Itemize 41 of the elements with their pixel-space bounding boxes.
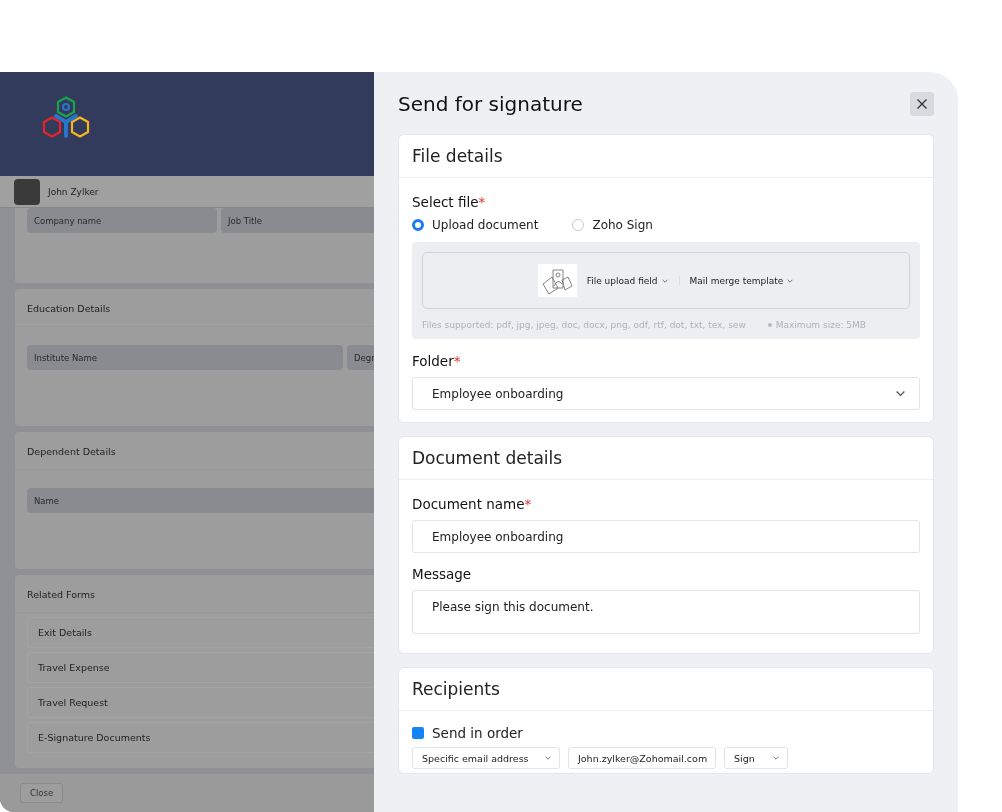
radio-option[interactable]: Zoho Sign xyxy=(572,218,653,232)
related-form-link[interactable]: E-Signature Documents xyxy=(27,722,374,753)
field-label: Folder* xyxy=(412,353,462,369)
card-title: File details xyxy=(399,135,933,178)
action-select[interactable]: Sign xyxy=(724,747,788,769)
dialog-title: Send for signature xyxy=(398,92,583,116)
recipient-type-select[interactable]: Specific email address xyxy=(412,747,560,769)
drop-zone[interactable]: File upload field Mail merge template xyxy=(422,252,910,309)
mail-merge-template-dropdown[interactable]: Mail merge template xyxy=(689,275,795,286)
related-form-link[interactable]: Travel Expense xyxy=(27,652,374,683)
message-input[interactable]: Please sign this document. xyxy=(412,590,920,634)
close-button[interactable] xyxy=(910,92,934,116)
related-form-link[interactable]: Exit Details xyxy=(27,617,374,648)
file-upload-field-dropdown[interactable]: File upload field xyxy=(586,275,669,286)
form-field[interactable]: Degr xyxy=(347,345,374,370)
related-form-link[interactable]: Travel Request xyxy=(27,687,374,718)
send-in-order-checkbox[interactable]: Send in order xyxy=(412,725,920,741)
avatar xyxy=(14,178,40,205)
form-field[interactable]: Institute Name xyxy=(27,345,343,370)
form-field[interactable]: Name xyxy=(27,488,374,513)
document-name-input[interactable]: Employee onboarding xyxy=(412,520,920,553)
max-size-hint: Maximum size: 5MB xyxy=(775,320,866,330)
section-title: Dependent Details xyxy=(15,432,374,470)
field-label: Select file* xyxy=(412,194,487,210)
form-field[interactable]: Job Title xyxy=(221,208,374,233)
field-label: Document name* xyxy=(412,496,533,512)
radio-option[interactable]: Upload document xyxy=(412,218,539,232)
section-title: Education Details xyxy=(15,289,374,327)
card-title: Document details xyxy=(399,437,933,480)
chevron-down-icon xyxy=(544,754,552,762)
folder-select[interactable]: Employee onboarding xyxy=(412,377,920,410)
user-name: John Zylker xyxy=(48,186,99,197)
documents-illustration-icon xyxy=(537,264,577,297)
form-field[interactable]: Company name xyxy=(27,208,217,233)
field-label: Message xyxy=(412,566,473,582)
email-input[interactable]: John.zylker@Zohomail.com xyxy=(568,747,716,769)
chevron-down-icon xyxy=(772,754,780,762)
close-icon xyxy=(916,98,928,110)
close-button[interactable]: Close xyxy=(20,783,64,803)
section-title: Related Forms xyxy=(15,575,374,613)
card-title: Recipients xyxy=(399,668,933,711)
